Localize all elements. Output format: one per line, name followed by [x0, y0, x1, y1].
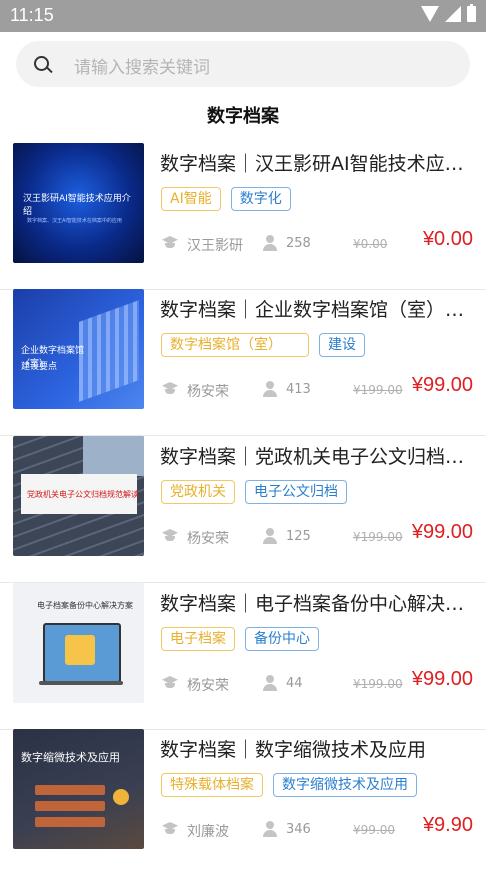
teacher-name: 杨安荣	[187, 384, 229, 400]
price: ¥99.00	[411, 668, 473, 690]
course-thumbnail: 企业数字档案馆（室） 建设要点	[13, 289, 144, 409]
course-thumbnail: 汉王影研AI智能技术应用介绍 数字档案、汉王AI智能技术在档案中的应用	[13, 143, 144, 263]
monitor-base	[39, 681, 123, 685]
page-title: 数字档案	[207, 106, 279, 127]
status-bar: 11:15	[0, 0, 486, 32]
course-title[interactable]: 数字档案｜数字缩微技术及应用	[160, 735, 470, 762]
thumbnail-subtitle: 数字档案、汉王AI智能技术在档案中的应用	[27, 218, 122, 224]
course-thumbnail: 电子档案备份中心解决方案	[13, 583, 144, 703]
original-price: ¥99.00	[353, 823, 395, 837]
course-thumbnail: 数字缩微技术及应用	[13, 729, 144, 849]
person-icon	[262, 675, 278, 691]
teacher-icon	[160, 382, 180, 394]
course-item[interactable]: 数字缩微技术及应用 数字档案｜数字缩微技术及应用 特殊载体档案 数字缩微技术及应…	[0, 729, 486, 876]
view-count: 413	[286, 382, 311, 397]
tag[interactable]: 建设	[319, 333, 365, 357]
signal-icon	[445, 6, 461, 22]
sun-icon	[113, 789, 129, 805]
course-meta: 杨安荣 125 ¥199.00 ¥99.00	[160, 521, 474, 548]
search-icon	[34, 56, 49, 71]
thumbnail-title: 数字缩微技术及应用	[21, 751, 120, 764]
wifi-icon	[421, 6, 439, 22]
thumbnail-subtitle: 建设要点	[21, 362, 58, 372]
tag[interactable]: 数字档案馆（室）	[161, 333, 309, 357]
teacher-icon	[160, 676, 180, 688]
thumbnail-bar	[35, 817, 105, 827]
course-item[interactable]: 企业数字档案馆（室） 建设要点 数字档案｜企业数字档案馆（室）建设要点 数字档案…	[0, 289, 486, 436]
tag[interactable]: 数字化	[230, 187, 291, 211]
course-tags: 特殊载体档案 数字缩微技术及应用	[161, 773, 417, 797]
course-meta: 刘廉波 346 ¥99.00 ¥9.90	[160, 814, 474, 841]
course-title[interactable]: 数字档案｜党政机关电子公文归档规范解读	[160, 442, 470, 469]
course-meta: 杨安荣 413 ¥199.00 ¥99.00	[160, 374, 474, 401]
thumbnail-illustration	[83, 436, 144, 476]
original-price: ¥199.00	[353, 677, 403, 691]
tag[interactable]: 特殊载体档案	[161, 773, 263, 797]
person-icon	[262, 235, 278, 251]
search-bar[interactable]: 请输入搜索关键词	[16, 41, 470, 87]
course-thumbnail: 党政机关电子公文归档规范解读	[13, 436, 144, 556]
course-title[interactable]: 数字档案｜电子档案备份中心解决方案	[160, 589, 470, 616]
course-item[interactable]: 汉王影研AI智能技术应用介绍 数字档案、汉王AI智能技术在档案中的应用 数字档案…	[0, 143, 486, 290]
course-tags: 电子档案 备份中心	[161, 627, 319, 651]
teacher-icon	[160, 529, 180, 541]
teacher-name: 杨安荣	[187, 531, 229, 547]
price: ¥0.00	[422, 228, 473, 250]
battery-icon	[467, 4, 476, 22]
view-count: 44	[286, 676, 303, 691]
thumbnail-bar	[35, 785, 105, 795]
course-tags: 数字档案馆（室） 建设	[161, 333, 365, 357]
tag[interactable]: 电子档案	[161, 627, 235, 651]
thumbnail-title: 电子档案备份中心解决方案	[37, 601, 133, 610]
teacher-name: 杨安荣	[187, 678, 229, 694]
course-meta: 汉王影研 258 ¥0.00 ¥0.00	[160, 228, 474, 255]
course-title[interactable]: 数字档案｜汉王影研AI智能技术应用介绍	[160, 149, 470, 176]
tag[interactable]: 备份中心	[245, 627, 319, 651]
teacher-name: 刘廉波	[187, 824, 229, 840]
status-time: 11:15	[10, 5, 54, 25]
teacher-icon	[160, 822, 180, 834]
course-tags: AI智能 数字化	[161, 187, 291, 211]
price: ¥99.00	[411, 521, 473, 543]
status-icons	[421, 4, 476, 22]
view-count: 346	[286, 822, 311, 837]
tag[interactable]: AI智能	[161, 187, 221, 211]
course-item[interactable]: 党政机关电子公文归档规范解读 数字档案｜党政机关电子公文归档规范解读 党政机关 …	[0, 436, 486, 583]
original-price: ¥0.00	[353, 237, 388, 251]
original-price: ¥199.00	[353, 530, 403, 544]
tag[interactable]: 数字缩微技术及应用	[273, 773, 417, 797]
original-price: ¥199.00	[353, 383, 403, 397]
course-meta: 杨安荣 44 ¥199.00 ¥99.00	[160, 668, 474, 695]
thumbnail-title: 党政机关电子公文归档规范解读	[27, 490, 139, 499]
person-icon	[262, 821, 278, 837]
thumbnail-title: 汉王影研AI智能技术应用介绍	[23, 194, 131, 217]
course-tags: 党政机关 电子公文归档	[161, 480, 347, 504]
price: ¥99.00	[411, 374, 473, 396]
search-placeholder: 请输入搜索关键词	[74, 58, 210, 78]
course-title[interactable]: 数字档案｜企业数字档案馆（室）建设要点	[160, 295, 470, 322]
teacher-icon	[160, 236, 180, 248]
person-icon	[262, 528, 278, 544]
person-icon	[262, 381, 278, 397]
teacher-name: 汉王影研	[187, 238, 243, 254]
tag[interactable]: 党政机关	[161, 480, 235, 504]
folder-icon	[65, 635, 95, 665]
monitor-icon	[43, 623, 121, 683]
view-count: 125	[286, 529, 311, 544]
tag[interactable]: 电子公文归档	[245, 480, 347, 504]
course-item[interactable]: 电子档案备份中心解决方案 数字档案｜电子档案备份中心解决方案 电子档案 备份中心…	[0, 583, 486, 730]
view-count: 258	[286, 236, 311, 251]
thumbnail-bar	[35, 801, 105, 811]
price: ¥9.90	[422, 814, 473, 836]
